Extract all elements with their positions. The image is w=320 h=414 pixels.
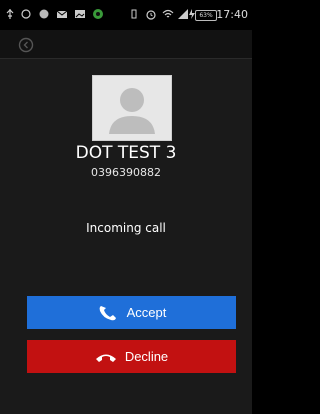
status-bar: 63% 17:40	[0, 0, 252, 30]
image-icon	[75, 10, 85, 18]
notification-icon	[39, 9, 49, 19]
incoming-call-screen: 63% 17:40 DOT TEST 3 0396390882 Incoming…	[0, 0, 252, 414]
alarm-icon	[146, 10, 156, 20]
battery-indicator: 63%	[195, 10, 217, 21]
android-icon	[21, 9, 31, 19]
phone-icon	[99, 305, 116, 320]
decline-label: Decline	[124, 349, 169, 364]
vibrate-icon	[131, 9, 137, 19]
contact-avatar	[92, 75, 172, 141]
action-bar	[0, 30, 252, 59]
phone-number: 0396390882	[91, 166, 161, 179]
hang-up-icon	[95, 354, 116, 362]
wifi-icon	[162, 9, 174, 18]
call-status: Incoming call	[86, 221, 166, 235]
person-placeholder-icon	[109, 88, 155, 134]
mail-icon	[56, 10, 68, 18]
contact-name: DOT TEST 3	[75, 143, 177, 163]
accept-label: Accept	[126, 305, 167, 320]
back-arrow-icon[interactable]	[18, 37, 34, 53]
app-icon	[93, 9, 103, 19]
accept-button[interactable]: Accept	[27, 296, 236, 329]
clock: 17:40	[216, 8, 248, 21]
decline-button[interactable]: Decline	[27, 340, 236, 373]
usb-icon	[6, 9, 14, 19]
